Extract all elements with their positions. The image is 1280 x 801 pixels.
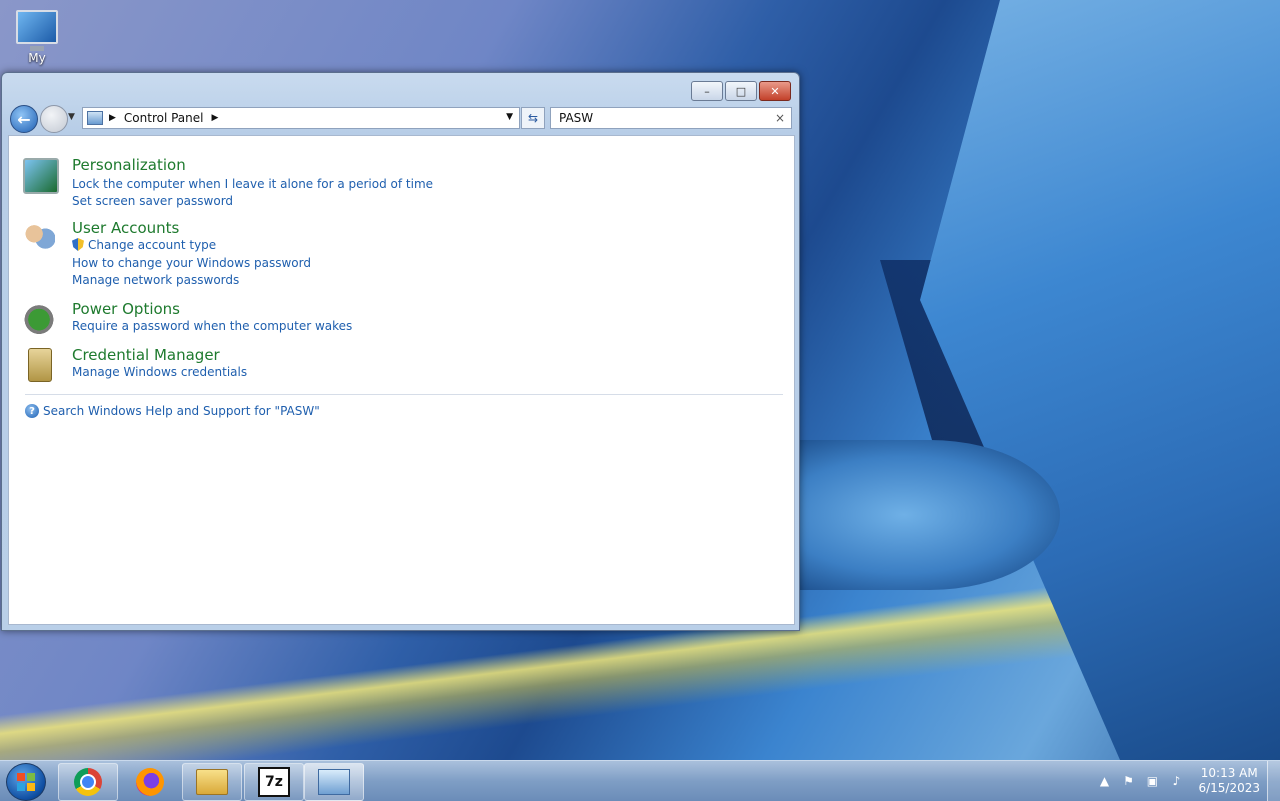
taskbar-firefox[interactable] — [120, 763, 180, 801]
refresh-button[interactable]: ⇆ — [521, 107, 545, 129]
help-icon: ? — [25, 404, 39, 418]
arrow-left-icon: ← — [17, 109, 31, 129]
chevron-down-icon: ▼ — [68, 112, 75, 122]
result-link[interactable]: Require a password when the computer wak… — [72, 319, 352, 333]
breadcrumb-control-panel[interactable]: Control Panel — [124, 111, 204, 125]
refresh-icon: ⇆ — [527, 111, 539, 125]
maximize-button[interactable]: □ — [725, 81, 757, 101]
control-panel-icon — [318, 769, 350, 795]
clear-search-icon[interactable]: × — [775, 111, 785, 125]
taskbar-control-panel[interactable] — [304, 763, 364, 801]
clock-time: 10:13 AM — [1200, 766, 1258, 780]
search-box[interactable]: × — [550, 107, 792, 129]
recent-pages-dropdown[interactable]: ▼ — [68, 112, 75, 122]
result-title[interactable]: Credential Manager — [72, 346, 220, 364]
control-panel-window: – □ ✕ ← ▼ ▶ Control Panel ▶ ▼ ⇆ × Person… — [1, 72, 800, 631]
show-hidden-icons-icon[interactable]: ▲ — [1096, 773, 1112, 789]
window-controls: – □ ✕ — [691, 81, 791, 101]
volume-muted-icon[interactable]: ♪ — [1168, 773, 1184, 789]
close-button[interactable]: ✕ — [759, 81, 791, 101]
firefox-icon — [136, 768, 164, 796]
result-link-label: Change account type — [88, 238, 217, 252]
result-link[interactable]: Lock the computer when I leave it alone … — [72, 177, 433, 191]
personalization-icon — [23, 158, 59, 194]
navigation-bar: ← ▼ ▶ Control Panel ▶ ▼ ⇆ × — [10, 105, 792, 133]
desktop-icon-label: My — [28, 51, 46, 65]
taskbar-7zip[interactable]: 7z — [244, 763, 304, 801]
chevron-right-icon[interactable]: ▶ — [212, 113, 219, 123]
help-support-link[interactable]: ? Search Windows Help and Support for "P… — [25, 404, 320, 418]
chevron-right-icon[interactable]: ▶ — [109, 113, 116, 123]
system-tray: ▲ ⚑ ▣ ♪ 10:13 AM 6/15/2023 — [1096, 761, 1260, 801]
wallpaper-shape — [920, 0, 1280, 760]
result-link[interactable]: How to change your Windows password — [72, 256, 311, 270]
7zip-icon: 7z — [258, 767, 290, 797]
desktop-icon-my-computer[interactable]: My — [10, 8, 64, 74]
show-desktop-button[interactable] — [1267, 761, 1280, 801]
clock[interactable]: 10:13 AM 6/15/2023 — [1198, 766, 1260, 796]
minimize-button[interactable]: – — [691, 81, 723, 101]
user-accounts-icon — [23, 221, 55, 253]
taskbar-chrome[interactable] — [58, 763, 118, 801]
taskbar-file-explorer[interactable] — [182, 763, 242, 801]
help-link-label: Search Windows Help and Support for "PAS… — [43, 404, 320, 418]
forward-button[interactable] — [40, 105, 68, 133]
network-icon[interactable]: ▣ — [1144, 773, 1160, 789]
file-explorer-icon — [196, 769, 228, 795]
result-link[interactable]: Change account type — [72, 238, 216, 252]
control-panel-icon — [87, 111, 103, 125]
back-button[interactable]: ← — [10, 105, 38, 133]
computer-icon — [16, 10, 58, 44]
result-link[interactable]: Manage network passwords — [72, 273, 239, 287]
windows-logo-icon — [17, 773, 35, 791]
search-results-pane: Personalization Lock the computer when I… — [8, 135, 795, 625]
action-center-icon[interactable]: ⚑ — [1120, 773, 1136, 789]
address-bar[interactable]: ▶ Control Panel ▶ ▼ — [82, 107, 520, 129]
credential-manager-icon — [28, 348, 52, 382]
clock-date: 6/15/2023 — [1198, 781, 1260, 795]
start-button[interactable] — [6, 763, 46, 801]
uac-shield-icon — [72, 238, 84, 251]
result-link[interactable]: Manage Windows credentials — [72, 365, 247, 379]
result-title[interactable]: User Accounts — [72, 219, 179, 237]
result-title[interactable]: Personalization — [72, 156, 186, 174]
power-options-icon — [23, 302, 55, 334]
wallpaper-shape — [800, 440, 1060, 590]
search-input[interactable] — [557, 110, 771, 126]
chrome-icon — [74, 768, 102, 796]
divider — [25, 394, 783, 395]
result-link[interactable]: Set screen saver password — [72, 194, 233, 208]
chevron-down-icon[interactable]: ▼ — [506, 112, 513, 122]
taskbar: 7z ▲ ⚑ ▣ ♪ 10:13 AM 6/15/2023 — [0, 760, 1280, 801]
result-title[interactable]: Power Options — [72, 300, 180, 318]
